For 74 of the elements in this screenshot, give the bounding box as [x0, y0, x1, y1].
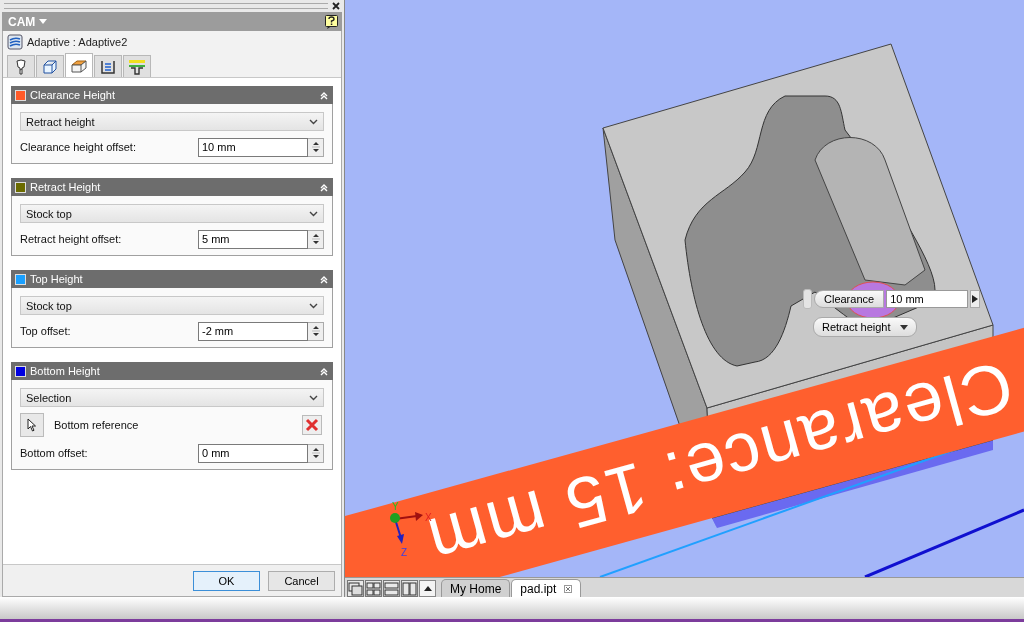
horizontal-split-icon [384, 581, 399, 596]
horizontal-split-button[interactable] [383, 580, 400, 597]
help-icon[interactable] [325, 14, 338, 29]
dropdown[interactable]: Stock top [20, 296, 324, 315]
spinner-arrows[interactable] [308, 229, 324, 249]
section-title: Bottom Height [30, 365, 101, 377]
dropdown[interactable]: Stock top [20, 204, 324, 223]
next-button[interactable] [970, 290, 981, 308]
offset-field[interactable]: 0 mm [198, 443, 308, 463]
cube-icon [42, 58, 58, 75]
tile-windows-icon [366, 581, 381, 596]
chevron-down-icon [309, 210, 318, 217]
field-label: Retract height offset: [20, 233, 122, 245]
tab[interactable] [65, 53, 93, 77]
close-icon[interactable] [332, 2, 340, 10]
dialog-button[interactable]: OK [193, 570, 260, 591]
chevron-down-icon [309, 302, 318, 309]
chevron-down-icon [309, 118, 318, 125]
section-title: Retract Height [30, 181, 102, 193]
section-header[interactable]: Top Height [11, 270, 333, 288]
caret-down-icon [900, 324, 909, 330]
axis-label: Y [392, 501, 399, 512]
tab-label: pad.ipt [520, 581, 557, 596]
section-title: Clearance Height [30, 89, 116, 101]
scroll-up-button[interactable] [419, 580, 436, 597]
linking-icon [128, 58, 146, 75]
drag-handle[interactable] [803, 289, 812, 309]
section-header[interactable]: Clearance Height [11, 86, 333, 104]
tab-label: My Home [450, 581, 502, 596]
clear-selection-button[interactable] [302, 415, 322, 435]
tile-windows-button[interactable] [365, 580, 382, 597]
tab[interactable] [36, 55, 64, 77]
tab[interactable] [94, 55, 122, 77]
dialog-button[interactable]: Cancel [268, 570, 335, 591]
play-arrow-icon [972, 295, 979, 303]
section-header[interactable]: Bottom Height [11, 362, 333, 380]
offset-field[interactable]: -2 mm [198, 321, 308, 341]
document-tab[interactable]: My Home [441, 579, 511, 597]
vertical-split-icon [402, 581, 417, 596]
dropdown[interactable]: Retract height [20, 112, 324, 131]
stock-top-icon [70, 57, 88, 74]
axis-triad-drawing [390, 512, 423, 544]
caret-down-icon[interactable] [39, 19, 48, 24]
offset-field[interactable]: 5 mm [198, 229, 308, 249]
adaptive-operation-icon [7, 34, 23, 50]
tab[interactable] [123, 55, 151, 77]
select-button[interactable] [20, 413, 44, 437]
close-icon [305, 418, 319, 432]
cutter-icon [13, 58, 29, 75]
spinner-arrows[interactable] [308, 137, 324, 157]
tab[interactable] [7, 55, 35, 77]
cascade-windows-icon [348, 581, 363, 596]
reference-label: Bottom reference [54, 419, 140, 431]
height-dropdown[interactable]: Retract height [813, 317, 918, 337]
value-field[interactable]: 10 mm [886, 290, 969, 308]
section-title: Top Height [30, 273, 84, 285]
vertical-split-button[interactable] [401, 580, 418, 597]
field-label: Clearance height offset: [20, 141, 136, 153]
field-label: Top offset: [20, 325, 71, 337]
dropdown[interactable]: Selection [20, 388, 324, 407]
offset-field[interactable]: 10 mm [198, 137, 308, 157]
chevron-down-icon [309, 394, 318, 401]
cursor-arrow-icon [27, 418, 37, 432]
clearance-button[interactable]: Clearance [814, 290, 885, 308]
document-tab[interactable]: pad.ipt [511, 579, 582, 597]
field-label: Bottom offset: [20, 447, 88, 459]
passes-icon [100, 58, 116, 75]
spinner-arrows[interactable] [308, 443, 324, 463]
axis-label: Z [401, 547, 408, 558]
section-header[interactable]: Retract Height [11, 178, 333, 196]
operation-name: Adaptive : Adaptive2 [27, 36, 128, 48]
cascade-windows-button[interactable] [347, 580, 364, 597]
spinner-arrows[interactable] [308, 321, 324, 341]
triangle-up-icon [423, 586, 432, 591]
